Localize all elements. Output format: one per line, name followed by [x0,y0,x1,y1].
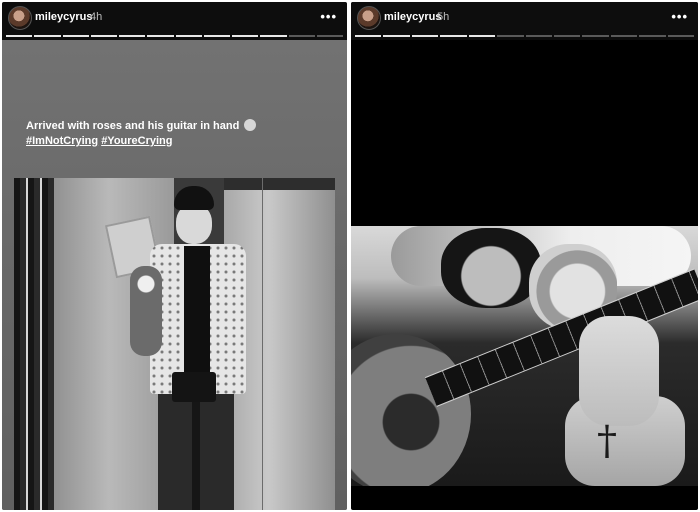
photo-curtain [14,178,54,510]
story-photo: † [351,226,698,486]
photo-guitar-case [172,372,216,402]
photo-person [130,186,252,510]
progress-segment [582,35,609,37]
progress-segment [667,35,695,37]
progress-segment [147,35,174,37]
progress-segment [355,35,382,37]
photo-person-face [176,204,212,244]
progress-segment [288,35,315,37]
progress-segment [610,35,638,37]
story-panel-right[interactable]: mileycyrus 5h ••• † [351,2,698,510]
photo-tattoo: † [597,418,617,464]
progress-segment [440,35,467,37]
story-timestamp: 5h [437,11,450,23]
progress-segment [119,35,146,37]
story-progress-bar [355,35,695,37]
username[interactable]: mileycyrus [35,11,92,23]
story-header: mileycyrus 4h ••• [2,2,347,40]
avatar[interactable] [8,6,32,30]
progress-segment [175,35,202,37]
progress-segment [6,35,33,37]
progress-segment [468,35,496,37]
photo-person-hat [174,186,214,210]
progress-segment [203,35,230,37]
progress-segment [497,35,524,37]
photo-person-tee [184,246,210,386]
progress-segment [383,35,410,37]
photo-hand [579,316,659,426]
photo-man-head [441,228,541,308]
photo-guitar-body [351,334,471,486]
progress-segment [62,35,89,37]
progress-segment [411,35,439,37]
caption-text: Arrived with roses and his guitar in han… [26,120,240,132]
username[interactable]: mileycyrus [384,11,441,23]
hashtag-link[interactable]: #ImNotCrying [26,135,98,147]
progress-segment [639,35,666,37]
avatar[interactable] [357,6,381,30]
progress-segment [525,35,552,37]
progress-segment [553,35,581,37]
progress-segment [90,35,117,37]
photo-cabinet-seam [262,178,263,510]
hashtag-link[interactable]: #YoureCrying [101,135,172,147]
more-horizontal-icon[interactable]: ••• [320,9,337,24]
progress-segment [260,35,287,37]
progress-segment [316,35,343,37]
story-header: mileycyrus 5h ••• [351,2,698,40]
story-photo [14,178,335,510]
smiling-face-with-tear-emoji-icon [244,119,257,131]
progress-segment [232,35,259,37]
story-caption: Arrived with roses and his guitar in han… [26,119,257,149]
progress-segment [34,35,61,37]
story-timestamp: 4h [90,11,103,23]
story-progress-bar [6,35,343,37]
more-horizontal-icon[interactable]: ••• [671,9,688,24]
photo-roses-bouquet [130,266,162,356]
story-panel-left[interactable]: mileycyrus 4h ••• Arrived with roses and… [2,2,347,510]
photo-person-legs [158,386,234,510]
